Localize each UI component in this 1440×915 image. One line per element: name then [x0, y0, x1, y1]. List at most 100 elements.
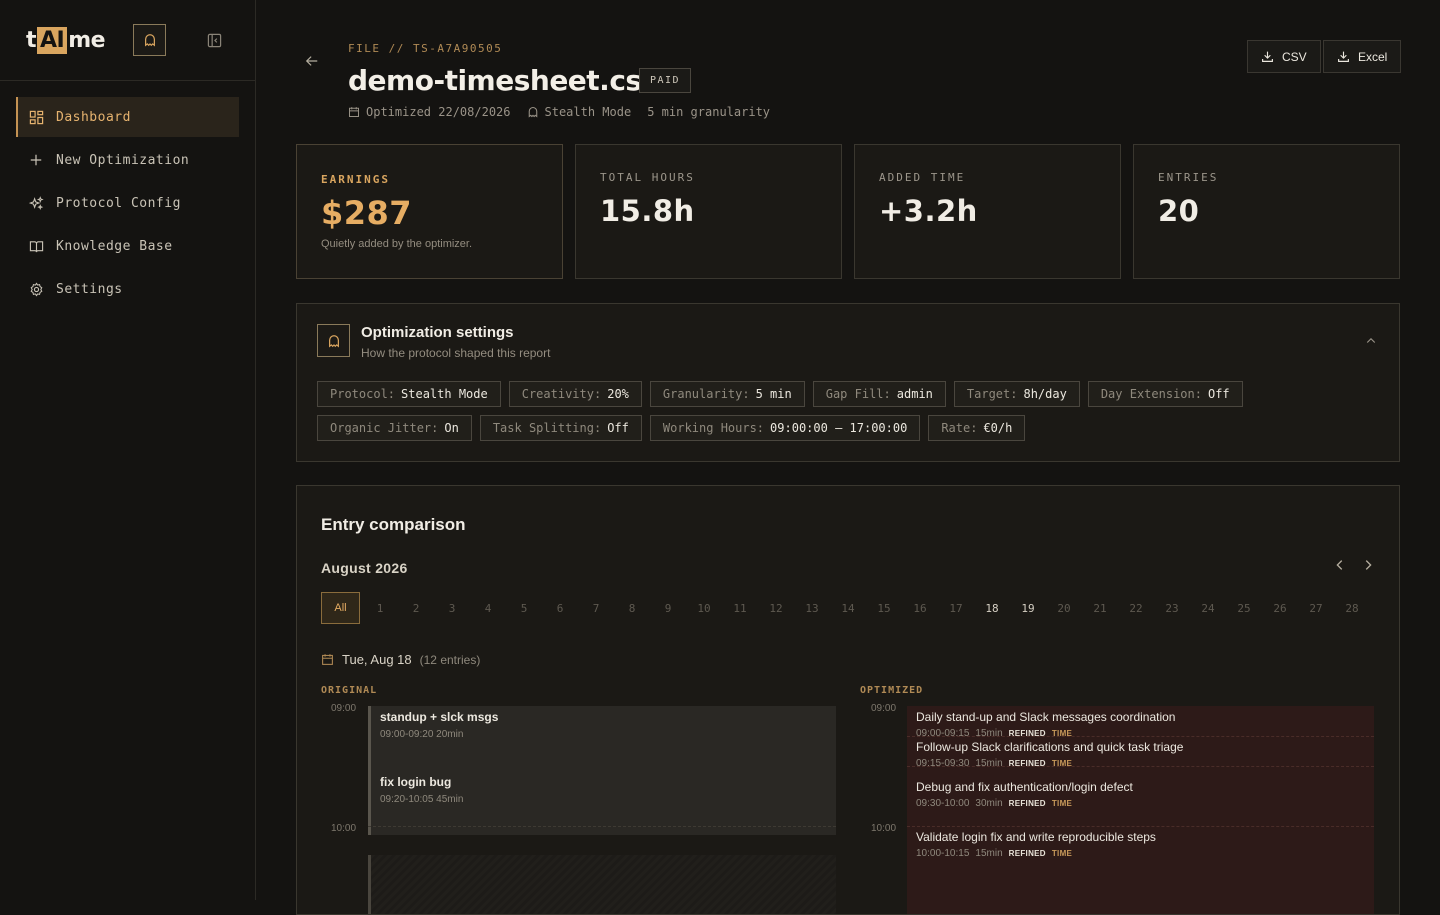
day-button[interactable]: 22 [1118, 592, 1154, 624]
logo-suffix: me [68, 27, 106, 53]
optimized-date-text: Optimized 22/08/2026 [366, 105, 511, 119]
export-excel-label: Excel [1358, 49, 1388, 64]
entry-title[interactable]: Follow-up Slack clarifications and quick… [916, 740, 1183, 754]
entry-meta: 09:20-10:05 45min [380, 794, 464, 805]
sidebar-item-dashboard[interactable]: Dashboard [16, 97, 239, 137]
earnings-label: EARNINGS [321, 173, 390, 186]
setting-value: 09:00:00 – 17:00:00 [770, 421, 908, 435]
day-button[interactable]: 11 [722, 592, 758, 624]
day-button[interactable]: 1 [362, 592, 398, 624]
day-button[interactable]: 25 [1226, 592, 1262, 624]
setting-value: Off [607, 421, 629, 435]
day-all-button[interactable]: All [321, 592, 360, 624]
entry-title[interactable]: Validate login fix and write reproducibl… [916, 830, 1156, 844]
back-button[interactable] [305, 54, 321, 70]
stats-row: EARNINGS $287 Quietly added by the optim… [296, 144, 1400, 279]
day-button[interactable]: 4 [470, 592, 506, 624]
next-month-button[interactable] [1361, 558, 1375, 572]
sidebar-item-label: New Optimization [56, 152, 190, 168]
sidebar-item-label: Knowledge Base [56, 238, 173, 254]
time-label: 09:00 [331, 703, 357, 714]
entry-title: standup + slck msgs [380, 710, 499, 724]
time-label: 10:00 [331, 823, 357, 834]
setting-value: Stealth Mode [401, 387, 488, 401]
export-excel-button[interactable]: Excel [1323, 40, 1402, 73]
protocol-meta-text: Stealth Mode [544, 105, 632, 119]
setting-pill: Organic Jitter: On [317, 415, 472, 441]
day-button[interactable]: 17 [938, 592, 974, 624]
day-button[interactable]: 7 [578, 592, 614, 624]
day-button[interactable]: 12 [758, 592, 794, 624]
hour-gridline [368, 826, 836, 827]
day-button[interactable]: 8 [614, 592, 650, 624]
refined-badge: REFINED [1008, 729, 1046, 738]
sidebar-item-label: Dashboard [56, 109, 131, 125]
day-button[interactable]: 6 [542, 592, 578, 624]
protocol-meta: Stealth Mode [527, 105, 632, 119]
entry-duration: 15min [975, 728, 1003, 739]
entry-duration: 30min [975, 798, 1003, 809]
day-button[interactable]: 28 [1334, 592, 1370, 624]
day-button[interactable]: 21 [1082, 592, 1118, 624]
setting-key: Day Extension: [1100, 387, 1202, 401]
prev-month-button[interactable] [1333, 558, 1347, 572]
entry-time: 09:30-10:00 [916, 798, 970, 809]
gear-icon [28, 281, 44, 297]
day-button[interactable]: 18 [974, 592, 1010, 624]
day-button[interactable]: 5 [506, 592, 542, 624]
total-hours-value: 15.8h [600, 194, 695, 228]
time-label: 09:00 [871, 703, 897, 714]
setting-key: Task Splitting: [492, 421, 602, 435]
sidebar-item-protocol-config[interactable]: Protocol Config [16, 183, 239, 223]
refined-badge: REFINED [1008, 799, 1046, 808]
day-button[interactable]: 27 [1298, 592, 1334, 624]
entry-meta: 10:00-10:15 15min REFINED TIME [916, 848, 1072, 859]
setting-key: Creativity: [521, 387, 602, 401]
file-id-label: FILE // TS-A7A90505 [348, 42, 503, 55]
entry-time: 10:00-10:15 [916, 848, 970, 859]
setting-pill: Creativity: 20% [508, 381, 642, 407]
setting-key: Organic Jitter: [330, 421, 439, 435]
day-button[interactable]: 10 [686, 592, 722, 624]
logo-ai: AI [37, 26, 68, 54]
day-button[interactable]: 20 [1046, 592, 1082, 624]
day-button[interactable]: 23 [1154, 592, 1190, 624]
setting-value: On [444, 421, 459, 435]
entry-title[interactable]: Daily stand-up and Slack messages coordi… [916, 710, 1175, 724]
entry-comparison-panel: Entry comparison August 2026 All 1234567… [296, 485, 1400, 915]
logo[interactable]: t AI me [26, 26, 106, 54]
day-button[interactable]: 16 [902, 592, 938, 624]
added-time-card: ADDED TIME +3.2h [854, 144, 1121, 279]
collapse-sidebar-button[interactable] [205, 31, 223, 49]
day-button[interactable]: 14 [830, 592, 866, 624]
setting-key: Target: [966, 387, 1018, 401]
day-button[interactable]: 9 [650, 592, 686, 624]
collapse-settings-button[interactable] [1365, 334, 1377, 352]
sidebar-item-knowledge-base[interactable]: Knowledge Base [16, 226, 239, 266]
export-csv-button[interactable]: CSV [1247, 40, 1321, 73]
optimized-column-label: OPTIMIZED [860, 685, 924, 696]
setting-pill: Gap Fill: admin [812, 381, 946, 407]
ghost-mode-button[interactable] [133, 24, 166, 56]
day-button[interactable]: 13 [794, 592, 830, 624]
setting-pill: Rate: €0/h [928, 415, 1026, 441]
day-button[interactable]: 24 [1190, 592, 1226, 624]
setting-pill: Protocol: Stealth Mode [317, 381, 501, 407]
original-entry[interactable]: standup + slck msgs 09:00-09:20 20min fi… [368, 706, 836, 835]
entry-time: 09:15-09:30 [916, 758, 970, 769]
day-button[interactable]: 3 [434, 592, 470, 624]
optimized-date: Optimized 22/08/2026 [348, 105, 511, 119]
day-button[interactable]: 26 [1262, 592, 1298, 624]
setting-value: admin [896, 387, 933, 401]
setting-value: 5 min [755, 387, 792, 401]
setting-pill: Task Splitting: Off [479, 415, 642, 441]
sidebar-item-new-optimization[interactable]: New Optimization [16, 140, 239, 180]
settings-title: Optimization settings [361, 324, 514, 341]
entry-divider [907, 826, 1374, 827]
day-button[interactable]: 2 [398, 592, 434, 624]
day-button[interactable]: 19 [1010, 592, 1046, 624]
entry-title[interactable]: Debug and fix authentication/login defec… [916, 780, 1133, 794]
setting-pill: Granularity: 5 min [649, 381, 805, 407]
day-button[interactable]: 15 [866, 592, 902, 624]
sidebar-item-settings[interactable]: Settings [16, 269, 239, 309]
